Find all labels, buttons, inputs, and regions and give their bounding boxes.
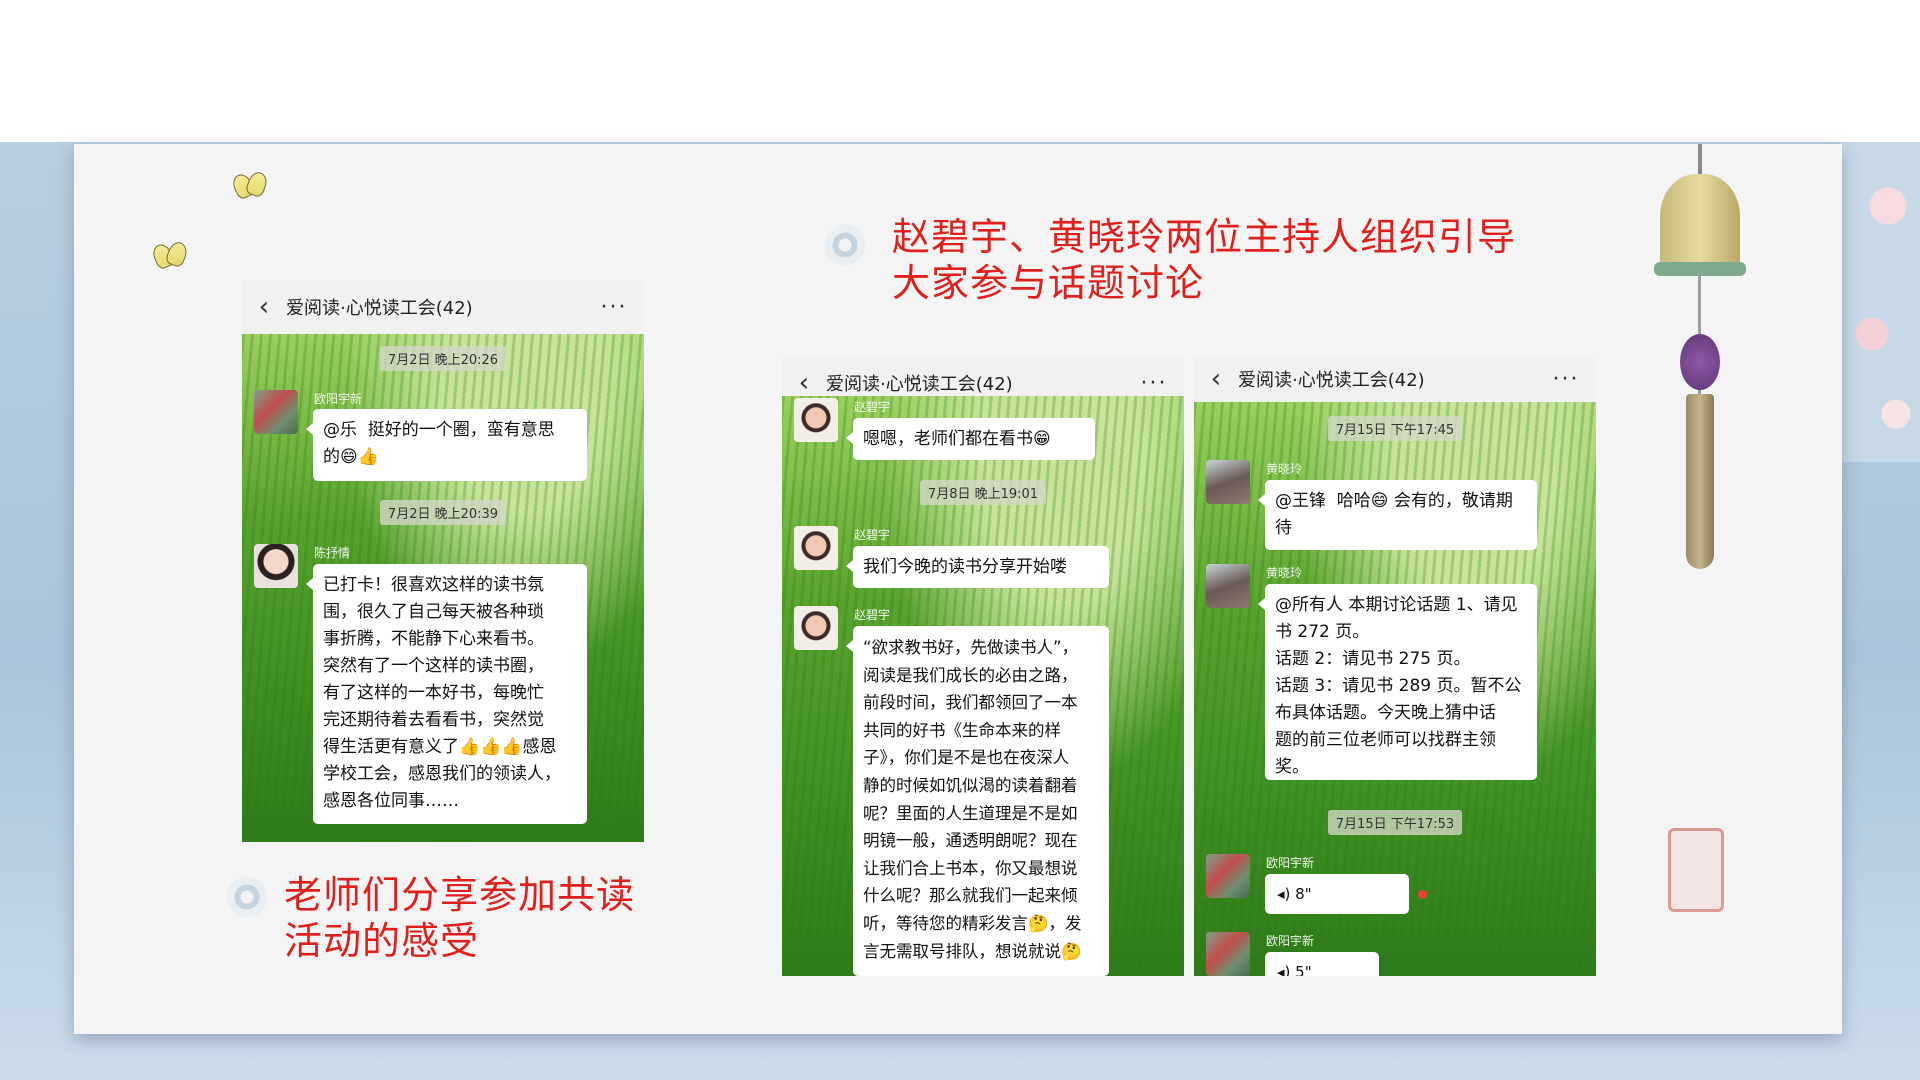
unread-dot — [1418, 890, 1427, 899]
chat-title: 爱阅读·心悦读工会(42) — [826, 374, 1013, 395]
message-bubble: “欲求教书好，先做读书人”， 阅读是我们成长的必由之路， 前段时间，我们都领回了… — [846, 626, 1109, 976]
message-bubble: 已打卡！很喜欢这样的读书氛 围，很久了自己每天被各种琐 事折腾，不能静下心来看书… — [306, 564, 587, 824]
sender-name: 赵碧宇 — [854, 608, 891, 622]
avatar[interactable] — [794, 526, 838, 570]
voice-message[interactable]: ◂) 8" — [1265, 874, 1409, 914]
more-dots-icon[interactable]: ··· — [1124, 371, 1184, 396]
chat-header: ‹ 爱阅读·心悦读工会(42) ··· — [1194, 356, 1596, 402]
sender-name: 欧阳宇新 — [1266, 856, 1315, 870]
voice-duration: 8" — [1295, 885, 1312, 903]
flower-bullet-icon — [226, 876, 268, 918]
more-dots-icon[interactable]: ··· — [584, 295, 644, 320]
caption-line: 活动的感受 — [284, 919, 480, 963]
message-bubble: @王锋 哈哈😄 会有的，敬请期 待 — [1258, 480, 1537, 550]
caption-line: 大家参与话题讨论 — [892, 261, 1205, 305]
timestamp: 7月8日 晚上19:01 — [782, 480, 1184, 505]
avatar[interactable] — [1206, 932, 1250, 976]
caption-line: 赵碧宇、黄晓玲两位主持人组织引导 — [892, 215, 1517, 259]
back-chevron-icon[interactable]: ‹ — [782, 368, 826, 398]
chat-body: 赵碧宇 嗯嗯，老师们都在看书😁 7月8日 晚上19:01 赵碧宇 我们今晚的读书… — [782, 396, 1184, 976]
chat-body: 7月15日 下午17:45 黄晓玲 @王锋 哈哈😄 会有的，敬请期 待 黄晓玲 … — [1194, 402, 1596, 976]
cherry-blossom-decoration — [1840, 142, 1920, 462]
sender-name: 黄晓玲 — [1266, 566, 1303, 580]
back-chevron-icon[interactable]: ‹ — [242, 292, 286, 322]
avatar[interactable] — [1206, 460, 1250, 504]
top-blank-area — [0, 0, 1920, 142]
avatar[interactable] — [794, 398, 838, 442]
caption-hosts: 赵碧宇、黄晓玲两位主持人组织引导 大家参与话题讨论 — [892, 214, 1516, 306]
timestamp: 7月15日 下午17:45 — [1194, 416, 1596, 441]
caption-teachers: 老师们分享参加共读 活动的感受 — [284, 872, 635, 964]
avatar[interactable] — [794, 606, 838, 650]
voice-wave-icon: ◂) — [1277, 963, 1291, 976]
sender-name: 黄晓玲 — [1266, 462, 1303, 476]
message-bubble: @乐 挺好的一个圈，蛮有意思 的😄👍 — [306, 409, 587, 481]
seal-stamp-icon — [1668, 828, 1724, 912]
timestamp: 7月15日 下午17:53 — [1194, 810, 1596, 835]
sender-name: 欧阳宇新 — [314, 392, 363, 406]
avatar[interactable] — [254, 544, 298, 588]
chat-screenshot-2: ‹ 爱阅读·心悦读工会(42) ··· 赵碧宇 嗯嗯，老师们都在看书😁 7月8日… — [782, 356, 1184, 976]
timestamp: 7月2日 晚上20:26 — [242, 346, 644, 371]
timestamp: 7月2日 晚上20:39 — [242, 500, 644, 525]
voice-wave-icon: ◂) — [1277, 885, 1291, 903]
sender-name: 欧阳宇新 — [1266, 934, 1315, 948]
voice-message[interactable]: ◂) 5" — [1265, 952, 1379, 976]
flower-bullet-icon — [824, 224, 866, 266]
wind-bell-decoration — [1650, 144, 1750, 584]
voice-duration: 5" — [1295, 963, 1312, 976]
sender-name: 赵碧宇 — [854, 528, 891, 542]
avatar[interactable] — [1206, 564, 1250, 608]
message-bubble: 嗯嗯，老师们都在看书😁 — [846, 418, 1095, 460]
caption-line: 老师们分享参加共读 — [284, 873, 636, 917]
message-bubble: @所有人 本期讨论话题 1、请见 书 272 页。 话题 2：请见书 275 页… — [1258, 584, 1537, 780]
avatar[interactable] — [1206, 854, 1250, 898]
charm-icon — [1680, 334, 1720, 390]
chat-title: 爱阅读·心悦读工会(42) — [286, 298, 473, 319]
butterfly-icon — [229, 168, 270, 202]
chat-screenshot-1: ‹ 爱阅读·心悦读工会(42) ··· 7月2日 晚上20:26 欧阳宇新 @乐… — [242, 280, 644, 842]
sender-name: 陈抒情 — [314, 546, 351, 560]
chat-screenshot-3: ‹ 爱阅读·心悦读工会(42) ··· 7月15日 下午17:45 黄晓玲 @王… — [1194, 356, 1596, 976]
sender-name: 赵碧宇 — [854, 400, 891, 414]
message-bubble: 我们今晚的读书分享开始喽 — [846, 546, 1109, 588]
more-dots-icon[interactable]: ··· — [1536, 367, 1596, 392]
avatar[interactable] — [254, 390, 298, 434]
chat-title: 爱阅读·心悦读工会(42) — [1238, 370, 1425, 391]
chat-header: ‹ 爱阅读·心悦读工会(42) ··· — [242, 280, 644, 334]
back-chevron-icon[interactable]: ‹ — [1194, 364, 1238, 394]
butterfly-icon — [149, 238, 190, 272]
chat-body: 7月2日 晚上20:26 欧阳宇新 @乐 挺好的一个圈，蛮有意思 的😄👍 7月2… — [242, 334, 644, 842]
